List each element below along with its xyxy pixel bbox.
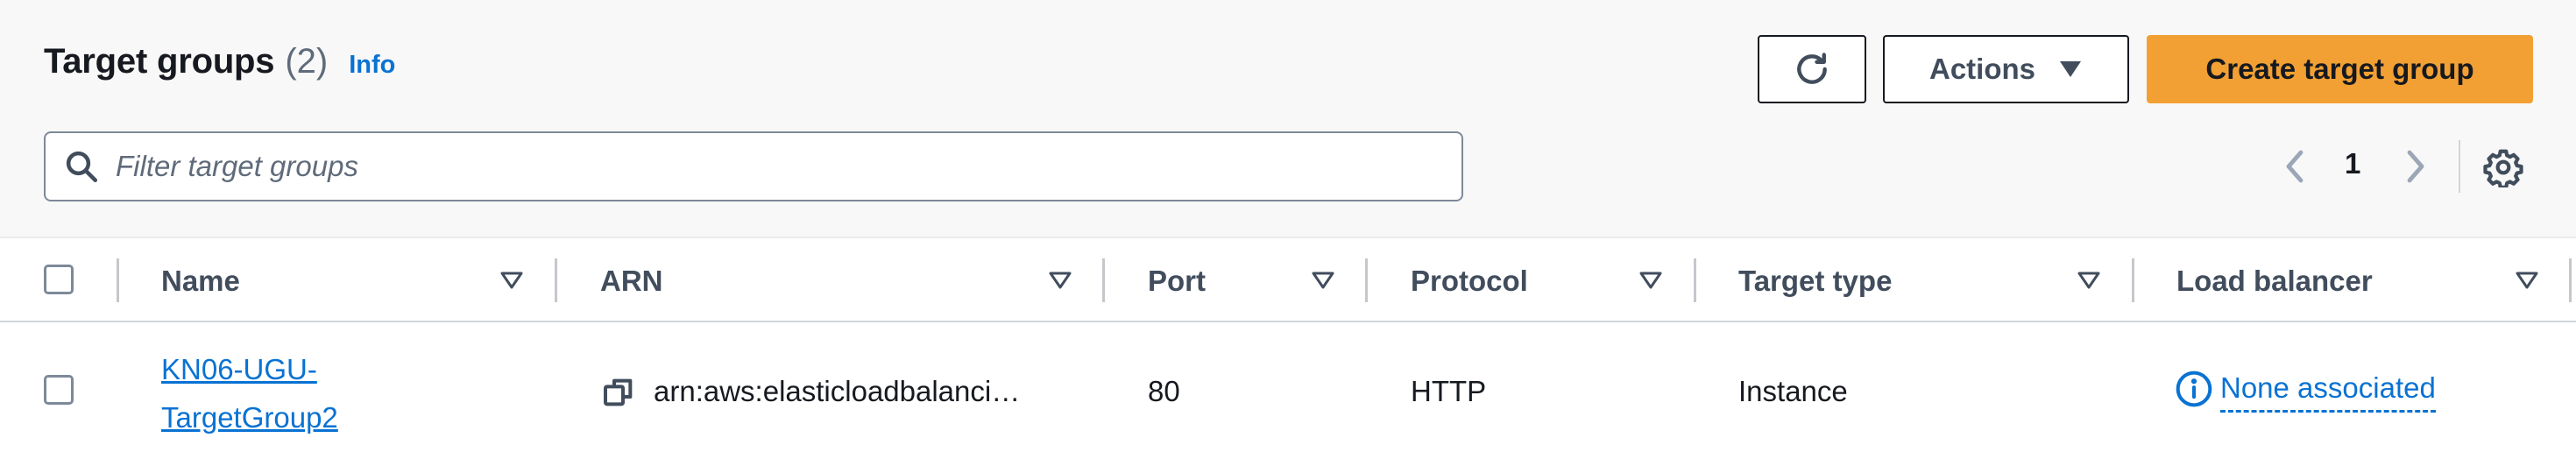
- column-header-arn[interactable]: ARN: [600, 265, 663, 298]
- caret-down-icon: [2060, 61, 2081, 77]
- target-group-name-link[interactable]: KN06-UGU-TargetGroup2: [161, 345, 372, 441]
- gear-icon[interactable]: [2483, 147, 2523, 187]
- sort-icon[interactable]: [1638, 270, 1663, 291]
- select-all-checkbox[interactable]: [44, 265, 74, 294]
- column-header-target-type[interactable]: Target type: [1738, 265, 1892, 298]
- search-box[interactable]: [44, 131, 1463, 201]
- sort-icon[interactable]: [2515, 270, 2539, 291]
- create-target-group-button[interactable]: Create target group: [2147, 35, 2533, 103]
- target-type-value: Instance: [1738, 375, 1848, 407]
- actions-dropdown-button[interactable]: Actions: [1883, 35, 2129, 103]
- column-divider: [117, 258, 119, 302]
- column-header-name[interactable]: Name: [161, 265, 240, 298]
- next-page-icon[interactable]: [2394, 145, 2436, 187]
- search-icon: [66, 151, 98, 183]
- column-divider: [1694, 258, 1696, 302]
- column-header-port[interactable]: Port: [1148, 265, 1206, 298]
- page-number[interactable]: 1: [2345, 147, 2360, 180]
- refresh-icon: [1797, 53, 1827, 84]
- info-link[interactable]: Info: [349, 51, 395, 80]
- actions-label: Actions: [1928, 53, 2035, 85]
- search-input[interactable]: [114, 149, 1432, 184]
- page-title: Target groups: [44, 42, 275, 81]
- create-target-group-label: Create target group: [2205, 53, 2474, 85]
- port-value: 80: [1148, 375, 1180, 407]
- item-count: (2): [285, 42, 329, 81]
- sort-icon[interactable]: [1311, 270, 1335, 291]
- info-circle-icon: [2176, 371, 2212, 407]
- refresh-button[interactable]: [1758, 35, 1866, 103]
- sort-icon[interactable]: [499, 270, 524, 291]
- load-balancer-link[interactable]: None associated: [2220, 371, 2436, 413]
- column-divider: [1365, 258, 1368, 302]
- page-header: Target groups (2) Info: [44, 42, 395, 81]
- pagination-divider: [2459, 140, 2460, 193]
- protocol-value: HTTP: [1411, 375, 1487, 407]
- sort-icon[interactable]: [2077, 270, 2101, 291]
- column-divider: [2569, 258, 2572, 302]
- column-divider: [1102, 258, 1105, 302]
- copy-icon[interactable]: [601, 375, 636, 410]
- column-header-load-balancer[interactable]: Load balancer: [2176, 265, 2373, 298]
- previous-page-icon[interactable]: [2275, 145, 2317, 187]
- row-checkbox[interactable]: [44, 375, 74, 405]
- column-divider: [555, 258, 557, 302]
- sort-icon[interactable]: [1048, 270, 1072, 291]
- column-divider: [2132, 258, 2134, 302]
- arn-value: arn:aws:elasticloadbalanci…: [654, 375, 1021, 407]
- column-header-protocol[interactable]: Protocol: [1411, 265, 1528, 298]
